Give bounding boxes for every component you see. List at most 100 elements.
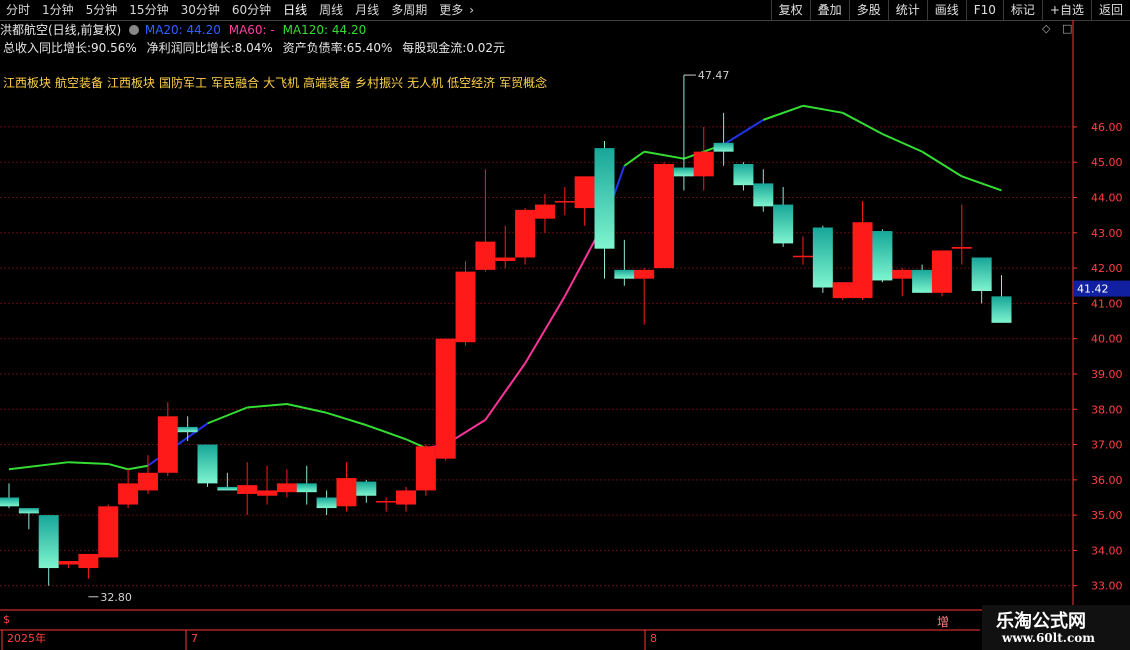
candle-body	[455, 271, 476, 343]
candle-body	[98, 506, 119, 558]
toolbar-button-8[interactable]: 返回	[1090, 0, 1130, 20]
period-tab-3[interactable]: 15分钟	[123, 0, 174, 20]
price-annotations: 47.47 32.80	[88, 69, 729, 604]
candle-body	[971, 257, 992, 292]
ma-segment	[762, 104, 804, 121]
x-tick-label: 8	[650, 632, 657, 645]
concept-tag[interactable]: 低空经济	[447, 76, 495, 90]
concept-tags: 江西板块 航空装备 江西板块 国防军工 军民融合 大飞机 高端装备 乡村振兴 无人机 低空经济 军贸…	[3, 74, 551, 91]
concept-tag[interactable]: 大飞机	[263, 76, 299, 90]
y-tick-label: 45.00	[1091, 156, 1123, 169]
candle-body	[594, 148, 615, 249]
candle-body	[396, 490, 416, 505]
candle-body	[733, 163, 754, 186]
candle-body	[773, 204, 794, 244]
concept-tag[interactable]: 江西板块	[107, 76, 155, 90]
period-tab-6[interactable]: 日线	[277, 0, 313, 20]
concept-tag[interactable]: 高端装备	[303, 76, 351, 90]
y-tick-label: 34.00	[1091, 544, 1123, 557]
ma60-value: MA60: -	[228, 23, 275, 37]
period-tab-9[interactable]: 多周期	[385, 0, 433, 20]
ma-segment	[961, 175, 1002, 192]
candle-body	[673, 167, 694, 177]
ma-segment	[842, 111, 883, 135]
candle-body	[336, 478, 357, 507]
toolbar-button-4[interactable]: 画线	[926, 0, 966, 20]
concept-tag[interactable]: 无人机	[407, 76, 443, 90]
ma-segment	[802, 104, 843, 114]
site-watermark: 乐淘公式网 www.60lt.com	[982, 605, 1130, 650]
period-tab-4[interactable]: 30分钟	[175, 0, 226, 20]
period-tab-1[interactable]: 1分钟	[36, 0, 80, 20]
x-tick-label: 2025年	[7, 631, 46, 645]
ma120-value: MA120: 44.20	[282, 23, 367, 37]
square-icon[interactable]: □	[1062, 22, 1072, 35]
toolbar-button-1[interactable]: 叠加	[809, 0, 849, 20]
candle-body	[912, 269, 933, 293]
period-toolbar: 分时 1分钟 5分钟 15分钟 30分钟 60分钟 日线 周线 月线 多周期 更多 › 复权 叠加 多股统…	[0, 0, 1130, 21]
candle-body	[495, 257, 516, 262]
candle-body	[475, 241, 496, 270]
y-tick-label: 33.00	[1091, 580, 1123, 593]
candle-body	[18, 508, 39, 514]
toolbar-button-0[interactable]: 复权	[770, 0, 810, 20]
toolbar-button-6[interactable]: 标记	[1002, 0, 1042, 20]
concept-tag[interactable]: 军贸概念	[499, 76, 547, 90]
y-tick-label: 44.00	[1091, 192, 1123, 205]
candle-body	[892, 269, 913, 279]
chevron-right-icon[interactable]: ›	[469, 0, 480, 20]
candle-body	[276, 483, 297, 493]
revenue-growth: 总收入同比增长:90.56%	[3, 41, 137, 55]
candle-body	[177, 426, 198, 433]
debt-ratio: 资产负债率:65.40%	[282, 41, 393, 55]
concept-tag[interactable]: 国防军工	[159, 76, 207, 90]
ma-segment	[8, 461, 69, 471]
ma-segment	[247, 402, 287, 409]
toolbar-button-3[interactable]: 统计	[887, 0, 927, 20]
settings-circle-icon[interactable]	[129, 25, 140, 35]
period-tab-2[interactable]: 5分钟	[80, 0, 124, 20]
y-tick-label: 43.00	[1091, 227, 1123, 240]
toolbar-button-7[interactable]: +自选	[1041, 0, 1091, 20]
period-tab-10[interactable]: 更多	[433, 0, 469, 20]
x-tick-label: 7	[191, 632, 198, 645]
high-price-label: 47.47	[698, 69, 730, 82]
diamond-icon[interactable]: ◇	[1042, 22, 1050, 35]
concept-tag[interactable]: 军民融合	[211, 76, 259, 90]
toolbar-button-2[interactable]: 多股	[848, 0, 888, 20]
period-tab-8[interactable]: 月线	[349, 0, 385, 20]
concept-tag[interactable]: 乡村振兴	[355, 76, 403, 90]
period-tab-5[interactable]: 60分钟	[226, 0, 277, 20]
candle-body	[951, 246, 972, 249]
ma-segment	[881, 133, 923, 153]
y-tick-label: 39.00	[1091, 368, 1123, 381]
candle-body	[991, 296, 1012, 323]
ma-segment	[286, 402, 327, 414]
profit-growth: 净利润同比增长:8.04%	[146, 41, 273, 55]
stock-title: 洪都航空(日线,前复权)	[0, 23, 122, 37]
y-tick-label: 41.00	[1091, 297, 1123, 310]
candle-body	[257, 490, 278, 496]
candlestick-chart[interactable]: 46.00 45.00 44.00 43.00 42.00 41.00 40.00 39.00…	[0, 20, 1130, 650]
candle-body	[693, 151, 714, 177]
ma-segment	[484, 362, 526, 421]
toolbar-button-5[interactable]: F10	[965, 0, 1003, 20]
candle-body	[614, 269, 635, 279]
concept-tag[interactable]: 江西板块	[3, 76, 51, 90]
ma-segment	[365, 424, 407, 441]
volume-symbol-label: $	[3, 613, 10, 626]
candle-body	[237, 485, 258, 494]
candle-body	[574, 176, 595, 209]
candle-body	[634, 269, 655, 279]
candle-body	[0, 497, 19, 507]
grid-lines	[0, 20, 1130, 631]
ma-segment	[723, 119, 764, 146]
candle-body	[931, 250, 952, 293]
candles-group	[0, 75, 1012, 586]
period-tab-7[interactable]: 周线	[313, 0, 349, 20]
candle-body	[435, 338, 456, 459]
candle-body	[118, 483, 139, 505]
period-tab-0[interactable]: 分时	[0, 0, 36, 20]
candle-body	[534, 204, 555, 219]
concept-tag[interactable]: 航空装备	[55, 76, 103, 90]
